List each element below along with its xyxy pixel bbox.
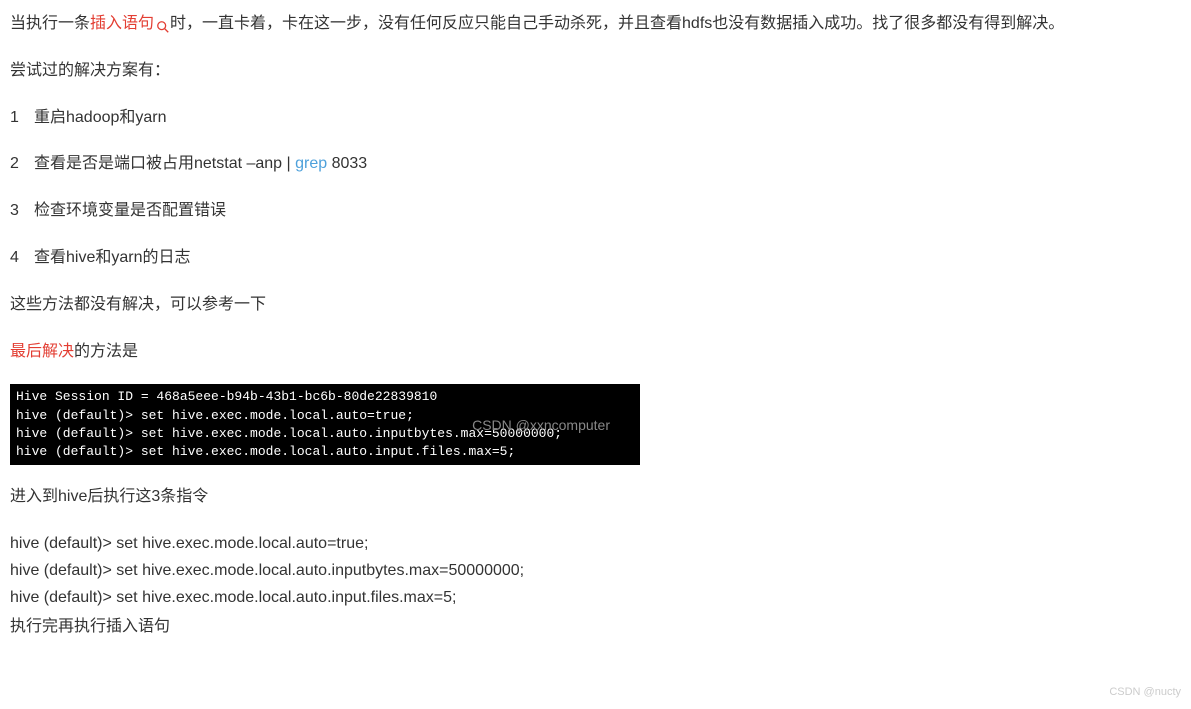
list-text-suffix: 8033 <box>327 155 367 172</box>
paragraph-enter-hive: 进入到hive后执行这3条指令 <box>10 483 1181 512</box>
terminal-line: hive (default)> set hive.exec.mode.local… <box>16 444 515 459</box>
link-grep[interactable]: grep <box>295 155 327 172</box>
list-item-2: 2查看是否是端口被占用netstat –anp | grep 8033 <box>10 150 1181 179</box>
command-line: hive (default)> set hive.exec.mode.local… <box>10 530 1181 557</box>
list-text-prefix: 查看是否是端口被占用netstat –anp | <box>34 155 295 172</box>
search-icon[interactable] <box>156 16 170 30</box>
text-suffix: 的方法是 <box>74 343 138 360</box>
list-text: 检查环境变量是否配置错误 <box>34 202 226 219</box>
paragraph-intro: 当执行一条插入语句时，一直卡着，卡在这一步，没有任何反应只能自己手动杀死，并且查… <box>10 10 1181 39</box>
command-block: hive (default)> set hive.exec.mode.local… <box>10 530 1181 612</box>
text-suffix: 时，一直卡着，卡在这一步，没有任何反应只能自己手动杀死，并且查看hdfs也没有数… <box>170 15 1064 32</box>
list-text: 重启hadoop和yarn <box>34 109 167 126</box>
list-item-1: 1重启hadoop和yarn <box>10 104 1181 133</box>
command-line: hive (default)> set hive.exec.mode.local… <box>10 557 1181 584</box>
list-item-3: 3检查环境变量是否配置错误 <box>10 197 1181 226</box>
footer-watermark: CSDN @nucty <box>1109 683 1181 703</box>
paragraph-not-resolved: 这些方法都没有解决，可以参考一下 <box>10 291 1181 320</box>
text-prefix: 当执行一条 <box>10 15 90 32</box>
list-number: 4 <box>10 244 34 273</box>
paragraph-final-solution: 最后解决的方法是 <box>10 338 1181 367</box>
list-item-4: 4查看hive和yarn的日志 <box>10 244 1181 273</box>
highlight-final-solution: 最后解决 <box>10 343 74 360</box>
article-content: 当执行一条插入语句时，一直卡着，卡在这一步，没有任何反应只能自己手动杀死，并且查… <box>10 10 1181 642</box>
paragraph-execute-again: 执行完再执行插入语句 <box>10 613 1181 642</box>
command-line: hive (default)> set hive.exec.mode.local… <box>10 584 1181 611</box>
list-text: 查看hive和yarn的日志 <box>34 249 190 266</box>
list-number: 2 <box>10 150 34 179</box>
paragraph-tried-solutions: 尝试过的解决方案有： <box>10 57 1181 86</box>
terminal-line: Hive Session ID = 468a5eee-b94b-43b1-bc6… <box>16 389 437 404</box>
list-number: 1 <box>10 104 34 133</box>
list-number: 3 <box>10 197 34 226</box>
terminal-screenshot: Hive Session ID = 468a5eee-b94b-43b1-bc6… <box>10 384 640 465</box>
terminal-line: hive (default)> set hive.exec.mode.local… <box>16 408 414 423</box>
highlight-insert-statement[interactable]: 插入语句 <box>90 15 154 32</box>
terminal-watermark: CSDN @xxncomputer <box>472 416 610 436</box>
